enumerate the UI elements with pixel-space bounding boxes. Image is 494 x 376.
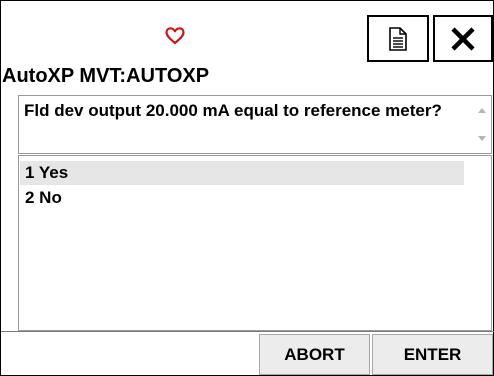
prompt-scrollbar[interactable]	[473, 96, 491, 153]
scroll-up-icon[interactable]	[478, 108, 486, 113]
close-icon	[451, 26, 475, 51]
abort-button[interactable]: ABORT	[259, 334, 370, 375]
document-icon	[389, 26, 407, 51]
divider	[1, 331, 494, 332]
enter-button[interactable]: ENTER	[372, 334, 493, 375]
prompt-text: Fld dev output 20.000 mA equal to refere…	[24, 101, 442, 120]
option-no[interactable]: 2 No	[20, 186, 464, 210]
scroll-down-icon[interactable]	[478, 136, 486, 141]
prompt-panel: Fld dev output 20.000 mA equal to refere…	[18, 95, 492, 154]
option-yes[interactable]: 1 Yes	[20, 161, 464, 185]
close-button[interactable]	[433, 15, 493, 62]
device-window: AutoXP MVT:AUTOXP Fld dev output 20.000 …	[0, 0, 494, 376]
heart-outline-icon	[165, 27, 185, 45]
document-button[interactable]	[367, 15, 429, 62]
options-list: 1 Yes 2 No	[18, 155, 492, 331]
page-title: AutoXP MVT:AUTOXP	[2, 65, 210, 87]
